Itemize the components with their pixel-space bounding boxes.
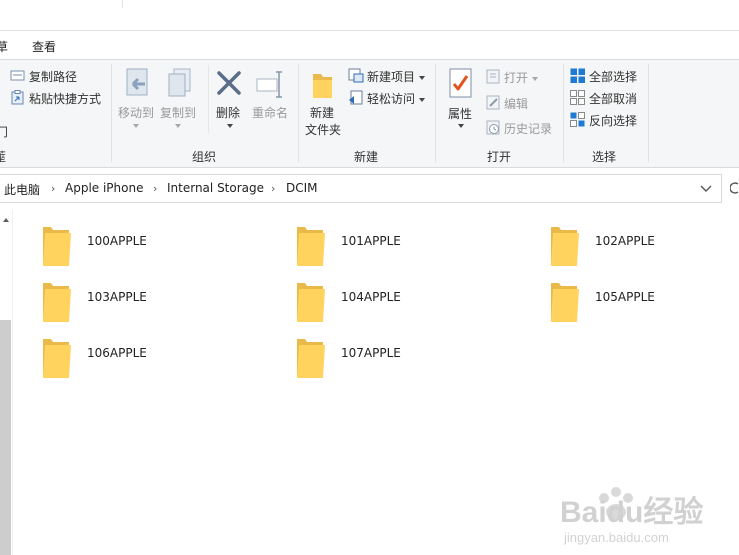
group-separator — [111, 64, 112, 162]
open-button[interactable]: 打开 — [504, 69, 539, 86]
select-none-button[interactable]: 全部取消 — [589, 90, 637, 107]
folder-name: 105APPLE — [595, 290, 655, 304]
folder-item[interactable]: 105APPLE — [550, 280, 739, 324]
group-separator — [298, 64, 299, 162]
folder-name: 106APPLE — [87, 346, 147, 360]
paste-shortcut-icon — [11, 90, 24, 105]
properties-dropdown-icon — [458, 124, 464, 128]
edit-button[interactable]: 编辑 — [504, 95, 528, 112]
folder-name: 103APPLE — [87, 290, 147, 304]
easy-access-dropdown-icon — [419, 97, 426, 102]
folder-item[interactable]: 103APPLE — [42, 280, 282, 324]
folder-name: 104APPLE — [341, 290, 401, 304]
clipboard-partial-a: 冂 — [0, 125, 9, 139]
refresh-icon[interactable] — [730, 181, 739, 195]
breadcrumb-separator-icon[interactable]: › — [153, 182, 157, 195]
copy-path-button[interactable]: 复制路径 — [29, 68, 77, 85]
copy-to-dropdown-icon — [175, 124, 181, 128]
address-bar: 此电脑 › Apple iPhone › Internal Storage › … — [0, 174, 739, 203]
title-bar — [0, 0, 739, 31]
invert-selection-icon — [570, 112, 585, 127]
delete-dropdown-icon — [227, 124, 233, 128]
address-input[interactable]: 此电脑 › Apple iPhone › Internal Storage › … — [0, 174, 722, 203]
folder-item[interactable]: 104APPLE — [296, 280, 536, 324]
folder-icon — [551, 283, 579, 322]
open-dropdown-icon — [532, 76, 539, 81]
new-item-icon — [348, 68, 364, 83]
rename-icon — [256, 71, 282, 98]
select-all-button[interactable]: 全部选择 — [589, 68, 637, 85]
paste-shortcut-button[interactable]: 粘贴快捷方式 — [29, 90, 101, 107]
breadcrumb-apple-iphone[interactable]: Apple iPhone — [65, 181, 143, 195]
properties-button[interactable]: 属性 — [448, 105, 472, 122]
breadcrumb-this-pc[interactable]: 此电脑 — [4, 181, 40, 198]
folder-name: 101APPLE — [341, 234, 401, 248]
new-item-button[interactable]: 新建项目 — [367, 68, 426, 85]
folder-icon — [43, 339, 71, 378]
history-button[interactable]: 历史记录 — [504, 120, 552, 137]
new-folder-button-line1[interactable]: 新建 — [310, 104, 334, 121]
folder-item[interactable]: 102APPLE — [550, 224, 739, 268]
folder-name: 100APPLE — [87, 234, 147, 248]
new-group-label: 新建 — [354, 150, 379, 164]
folder-name: 107APPLE — [341, 346, 401, 360]
select-all-icon — [570, 68, 585, 83]
new-item-dropdown-icon — [419, 75, 426, 80]
invert-selection-button[interactable]: 反向选择 — [589, 112, 637, 129]
select-group-label: 选择 — [592, 150, 617, 164]
folder-item[interactable]: 106APPLE — [42, 336, 282, 380]
delete-button[interactable]: 删除 — [216, 104, 240, 121]
baidu-paw-logo-icon: Baidu经验 jingyan.baidu.com — [560, 487, 703, 545]
new-folder-button-line2[interactable]: 文件夹 — [305, 121, 341, 138]
easy-access-button[interactable]: 轻松访问 — [367, 90, 426, 107]
folder-name: 102APPLE — [595, 234, 655, 248]
group-separator — [435, 64, 436, 162]
folder-icon — [297, 227, 325, 266]
breadcrumb-separator-icon[interactable]: › — [271, 182, 275, 195]
scrollbar-thumb[interactable] — [0, 320, 11, 555]
folder-icon — [43, 227, 71, 266]
move-to-dropdown-icon — [133, 124, 139, 128]
baidu-watermark: Baidu经验 jingyan.baidu.com — [560, 478, 730, 548]
folder-item[interactable]: 101APPLE — [296, 224, 536, 268]
breadcrumb-dcim[interactable]: DCIM — [286, 181, 318, 195]
history-icon — [486, 120, 500, 135]
watermark-url: jingyan.baidu.com — [563, 530, 669, 545]
ribbon-tabs: 草 查看 — [0, 31, 739, 59]
clipboard-partial-b: 蓙 — [0, 150, 7, 164]
folder-icon — [297, 283, 325, 322]
navigation-pane-scrollbar[interactable] — [0, 210, 13, 555]
rename-button[interactable]: 重命名 — [252, 104, 288, 121]
folder-item[interactable]: 107APPLE — [296, 336, 536, 380]
breadcrumb-separator-icon[interactable]: › — [51, 182, 55, 195]
delete-icon — [217, 71, 241, 95]
organize-group-label: 组织 — [192, 150, 217, 164]
open-group-label: 打开 — [487, 150, 512, 164]
tab-partial[interactable]: 草 — [0, 38, 8, 55]
folder-icon — [551, 227, 579, 266]
ribbon: 复制路径 粘贴快捷方式 冂 蓙 移动到 复制到 删除 重命名 组织 新建 文件夹… — [0, 59, 739, 168]
address-history-dropdown-icon[interactable] — [700, 184, 712, 194]
scroll-up-icon[interactable] — [2, 216, 10, 224]
group-separator — [648, 64, 649, 162]
copy-path-icon — [10, 70, 25, 81]
new-folder-icon — [313, 74, 332, 98]
watermark-brand: Baidu经验 — [560, 495, 703, 529]
breadcrumb-internal-storage[interactable]: Internal Storage — [167, 181, 264, 195]
folder-icon — [43, 283, 71, 322]
select-none-icon — [570, 90, 585, 105]
folder-item[interactable]: 100APPLE — [42, 224, 282, 268]
open-icon — [486, 69, 500, 84]
tab-view[interactable]: 查看 — [32, 38, 56, 55]
copy-to-icon — [168, 68, 191, 97]
properties-icon — [449, 68, 472, 98]
move-to-icon — [126, 68, 148, 96]
copy-to-button[interactable]: 复制到 — [160, 104, 196, 121]
edit-icon — [486, 95, 500, 110]
group-separator — [563, 64, 564, 162]
folder-icon — [297, 339, 325, 378]
move-to-button[interactable]: 移动到 — [118, 104, 154, 121]
easy-access-icon — [349, 90, 363, 105]
